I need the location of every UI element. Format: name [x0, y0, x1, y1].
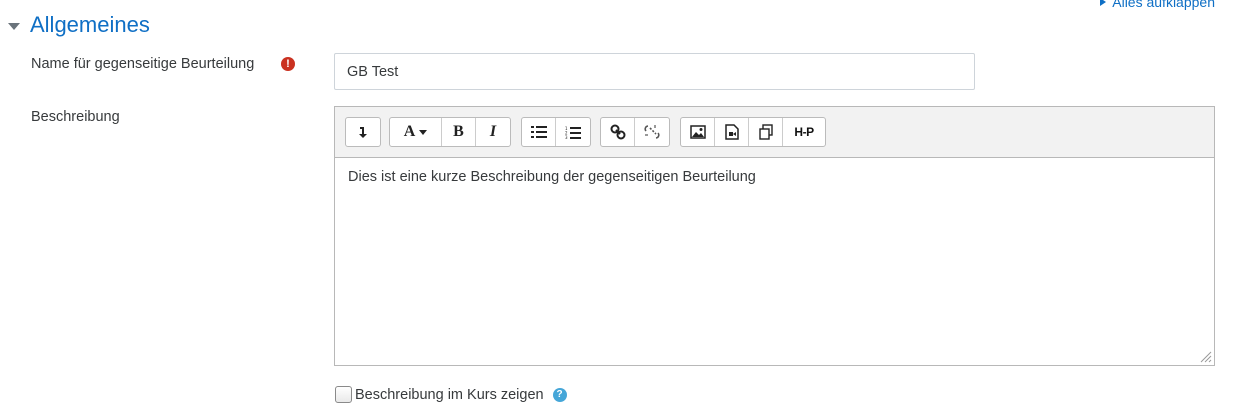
description-label: Beschreibung [31, 109, 120, 125]
toolbar-group-collapse [345, 117, 381, 147]
bold-icon: B [453, 123, 464, 140]
show-description-row: Beschreibung im Kurs zeigen ? [335, 386, 567, 403]
help-icon[interactable]: ? [552, 387, 567, 402]
insert-media-button[interactable] [715, 118, 749, 146]
link-button[interactable] [601, 118, 635, 146]
dropdown-arrow-icon [419, 129, 428, 135]
italic-button[interactable]: I [476, 118, 510, 146]
toolbar-group-links [600, 117, 670, 147]
image-icon [689, 125, 706, 139]
ordered-list-icon: 1 2 3 [565, 126, 581, 139]
manage-files-icon [758, 124, 773, 140]
toolbar-toggle-icon [359, 127, 367, 138]
description-text: Dies ist eine kurze Beschreibung der geg… [348, 169, 756, 185]
show-description-label[interactable]: Beschreibung im Kurs zeigen [355, 387, 544, 403]
media-file-icon [724, 124, 739, 140]
required-icon: ! [281, 57, 295, 71]
expand-all-label: Alles aufklappen [1112, 0, 1215, 10]
description-editor: A B I 1 2 3 H-P Dies ist eine kurze Besc… [334, 106, 1215, 366]
font-style-button[interactable]: A [390, 118, 442, 146]
insert-h5p-button[interactable]: H-P [783, 118, 825, 146]
name-input[interactable] [334, 53, 975, 90]
unordered-list-button[interactable] [522, 118, 556, 146]
toolbar-group-style: A B I [389, 117, 511, 147]
expand-all-link[interactable]: Alles aufklappen [1100, 0, 1215, 10]
italic-icon: I [489, 123, 497, 140]
editor-toolbar: A B I 1 2 3 H-P [335, 107, 1214, 158]
collapse-caret-icon [8, 22, 20, 30]
expand-arrow-icon [1100, 0, 1107, 6]
font-style-icon: A [403, 123, 416, 140]
name-label: Name für gegenseitige Beurteilung [31, 56, 255, 72]
resize-handle-icon[interactable] [1200, 351, 1212, 363]
show-more-buttons[interactable] [346, 118, 380, 146]
h5p-icon: H-P [794, 125, 814, 139]
toolbar-group-media: H-P [680, 117, 826, 147]
bold-button[interactable]: B [442, 118, 476, 146]
show-description-checkbox[interactable] [335, 386, 352, 403]
unlink-button[interactable] [635, 118, 669, 146]
ordered-list-button[interactable]: 1 2 3 [556, 118, 590, 146]
unordered-list-icon [530, 126, 547, 138]
section-title: Allgemeines [30, 12, 150, 37]
svg-text:3: 3 [565, 135, 568, 139]
manage-files-button[interactable] [749, 118, 783, 146]
section-header-general[interactable]: Allgemeines [8, 12, 150, 38]
insert-image-button[interactable] [681, 118, 715, 146]
editor-content-area[interactable]: Dies ist eine kurze Beschreibung der geg… [335, 158, 1214, 196]
link-icon [610, 124, 625, 140]
toolbar-group-lists: 1 2 3 [521, 117, 591, 147]
unlink-icon [644, 125, 660, 139]
